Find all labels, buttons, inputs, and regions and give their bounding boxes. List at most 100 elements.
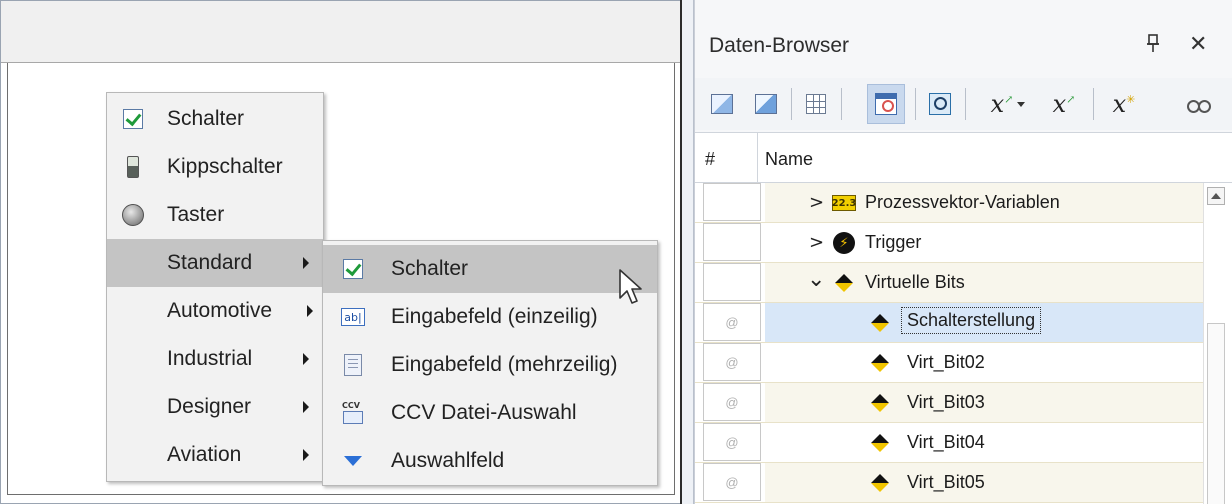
menu-item-industrial[interactable]: Industrial — [107, 335, 323, 383]
row-label: Virt_Bit05 — [907, 472, 985, 492]
expand-icon[interactable]: > — [809, 232, 824, 253]
table-row[interactable]: ⌄ Virtuelle Bits — [695, 263, 1205, 303]
table-row[interactable]: @ Virt_Bit02 — [695, 343, 1205, 383]
menu-item-label: Auswahlfeld — [391, 449, 505, 472]
menu-item-label: Eingabefeld (mehrzeilig) — [391, 353, 618, 376]
checkbox-icon — [121, 107, 145, 131]
row-label: Virt_Bit04 — [907, 432, 985, 452]
submenu-arrow-icon — [303, 353, 309, 365]
checkbox-icon — [341, 257, 365, 281]
submenu-item-eingabefeld-einzeilig[interactable]: ab| Eingabefeld (einzeilig) — [323, 293, 657, 341]
text-field-icon: ab| — [341, 305, 365, 329]
ccv-file-icon: CCV — [341, 401, 365, 425]
trigger-icon: ⚡ — [833, 232, 855, 254]
close-icon[interactable]: ✕ — [1189, 33, 1207, 55]
menu-item-designer[interactable]: Designer — [107, 383, 323, 431]
zoom-icon[interactable] — [921, 84, 959, 124]
row-index: @ — [703, 383, 761, 421]
scroll-up-icon[interactable] — [1207, 187, 1225, 205]
row-index: @ — [703, 463, 761, 501]
table-row[interactable]: > ⚡ Trigger — [695, 223, 1205, 263]
dropdown-icon — [341, 449, 365, 473]
chart-alt-icon[interactable] — [747, 84, 785, 124]
table-row[interactable]: @ Virt_Bit04 — [695, 423, 1205, 463]
submenu-item-ccv-datei-auswahl[interactable]: CCV CCV Datei-Auswahl — [323, 389, 657, 437]
submenu-arrow-icon — [303, 449, 309, 461]
menu-item-taster[interactable]: Taster — [107, 191, 323, 239]
process-vector-icon: 22.3 — [832, 192, 856, 214]
editor-top-bar — [1, 1, 683, 63]
menu-item-label: Standard — [167, 251, 253, 274]
row-index — [703, 263, 761, 301]
properties-icon[interactable] — [867, 84, 905, 124]
menu-item-label: Automotive — [167, 299, 273, 322]
formula-new-icon[interactable]: x✳ — [1105, 84, 1143, 124]
multiline-field-icon — [341, 353, 365, 377]
channel-table: # Name > 22.3 Prozessvektor-Variablen > … — [695, 132, 1232, 504]
submenu-arrow-icon — [303, 401, 309, 413]
browser-toolbar: x↗ x↗ x✳ — [695, 78, 1232, 130]
menu-item-label: Eingabefeld (einzeilig) — [391, 305, 598, 328]
row-index: @ — [703, 303, 761, 341]
column-header-name[interactable]: Name — [765, 149, 813, 170]
menu-item-label: Schalter — [167, 107, 245, 130]
menu-item-label: Industrial — [167, 347, 253, 370]
submenu-item-schalter[interactable]: Schalter — [323, 245, 657, 293]
context-menu: Schalter Kippschalter Taster Standard Au… — [106, 92, 324, 482]
virtual-bit-icon — [869, 352, 891, 374]
table-row[interactable]: > 22.3 Prozessvektor-Variablen — [695, 183, 1205, 223]
menu-item-label: Kippschalter — [167, 155, 283, 178]
submenu-item-auswahlfeld[interactable]: Auswahlfeld — [323, 437, 657, 485]
menu-item-aviation[interactable]: Aviation — [107, 431, 323, 479]
panel-title-bar: Daten-Browser ✕ — [695, 0, 1232, 75]
menu-item-label: CCV Datei-Auswahl — [391, 401, 577, 424]
push-button-icon — [121, 203, 145, 227]
row-label: Schalterstellung — [901, 307, 1042, 334]
submenu-item-eingabefeld-mehrzeilig[interactable]: Eingabefeld (mehrzeilig) — [323, 341, 657, 389]
menu-item-kippschalter[interactable]: Kippschalter — [107, 143, 323, 191]
row-label: Trigger — [865, 232, 922, 252]
vertical-scrollbar[interactable] — [1203, 183, 1227, 504]
mouse-cursor-icon — [619, 269, 642, 304]
row-label: Virt_Bit02 — [907, 352, 985, 372]
formula-edit-icon[interactable]: x↗ — [1045, 84, 1083, 124]
menu-item-label: Schalter — [391, 257, 469, 280]
chart-icon[interactable] — [703, 84, 741, 124]
row-label: Prozessvektor-Variablen — [865, 192, 1060, 212]
data-browser-panel: Daten-Browser ✕ x↗ x↗ x✳ # Name > 22.3 P… — [694, 0, 1232, 504]
menu-item-label: Taster — [167, 203, 225, 226]
standard-submenu: Schalter ab| Eingabefeld (einzeilig) Ein… — [322, 240, 658, 486]
pin-icon[interactable] — [1146, 34, 1160, 54]
menu-item-label: Designer — [167, 395, 252, 418]
toggle-switch-icon — [121, 155, 145, 179]
table-row-selected[interactable]: @ Schalterstellung — [695, 303, 1205, 343]
pane-splitter[interactable] — [680, 0, 694, 504]
row-index: @ — [703, 343, 761, 381]
column-header-index[interactable]: # — [705, 149, 715, 170]
virtual-bit-icon — [869, 472, 891, 494]
binoculars-icon[interactable] — [1179, 84, 1217, 124]
submenu-arrow-icon — [303, 257, 309, 269]
panel-title: Daten-Browser — [709, 34, 850, 57]
collapse-icon[interactable]: ⌄ — [807, 267, 825, 292]
grid-icon[interactable] — [797, 84, 835, 124]
row-index: @ — [703, 423, 761, 461]
menu-item-label: Aviation — [167, 443, 242, 466]
virtual-bit-icon — [869, 432, 891, 454]
virtual-bit-icon — [869, 392, 891, 414]
table-row[interactable]: @ Virt_Bit03 — [695, 383, 1205, 423]
expand-icon[interactable]: > — [809, 192, 824, 213]
scrollbar-thumb[interactable] — [1207, 323, 1225, 504]
submenu-arrow-icon — [307, 305, 313, 317]
menu-item-schalter[interactable]: Schalter — [107, 95, 323, 143]
table-header: # Name — [695, 133, 1232, 183]
formula-icon[interactable]: x↗ — [977, 84, 1027, 124]
menu-item-standard[interactable]: Standard — [107, 239, 323, 287]
table-row[interactable]: @ Virt_Bit05 — [695, 463, 1205, 503]
row-label: Virt_Bit03 — [907, 392, 985, 412]
row-label: Virtuelle Bits — [865, 272, 965, 292]
virtual-bit-icon — [833, 272, 855, 294]
virtual-bit-icon — [869, 312, 891, 334]
row-index — [703, 183, 761, 221]
menu-item-automotive[interactable]: Automotive — [107, 287, 323, 335]
